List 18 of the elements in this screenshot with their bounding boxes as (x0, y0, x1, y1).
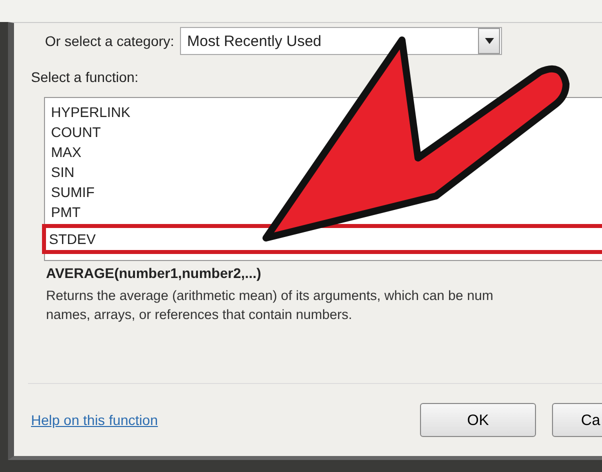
help-link[interactable]: Help on this function (31, 412, 158, 428)
dropdown-button[interactable] (478, 28, 500, 54)
category-label: Or select a category: (45, 33, 174, 49)
function-item[interactable]: HYPERLINK (45, 102, 602, 122)
function-item[interactable]: COUNT (45, 122, 602, 142)
cancel-button[interactable]: Ca (552, 403, 602, 437)
ok-button[interactable]: OK (420, 403, 536, 437)
function-item[interactable]: STDEV (42, 224, 602, 254)
function-list-label: Select a function: (31, 69, 140, 85)
caret-icon (484, 38, 494, 44)
category-dropdown[interactable]: Most Recently Used (180, 27, 502, 55)
function-item[interactable]: SUMIF (45, 182, 602, 202)
function-item[interactable]: SIN (45, 162, 602, 182)
function-item[interactable]: MAX (45, 142, 602, 162)
function-signature: AVERAGE(number1,number2,...) (46, 265, 262, 281)
description-text: Returns the average (arithmetic mean) of its arguments, which can be num (46, 287, 494, 305)
description-text: names, arrays, or references that contain numbers. (46, 306, 354, 324)
function-item[interactable]: PMT (45, 202, 602, 222)
